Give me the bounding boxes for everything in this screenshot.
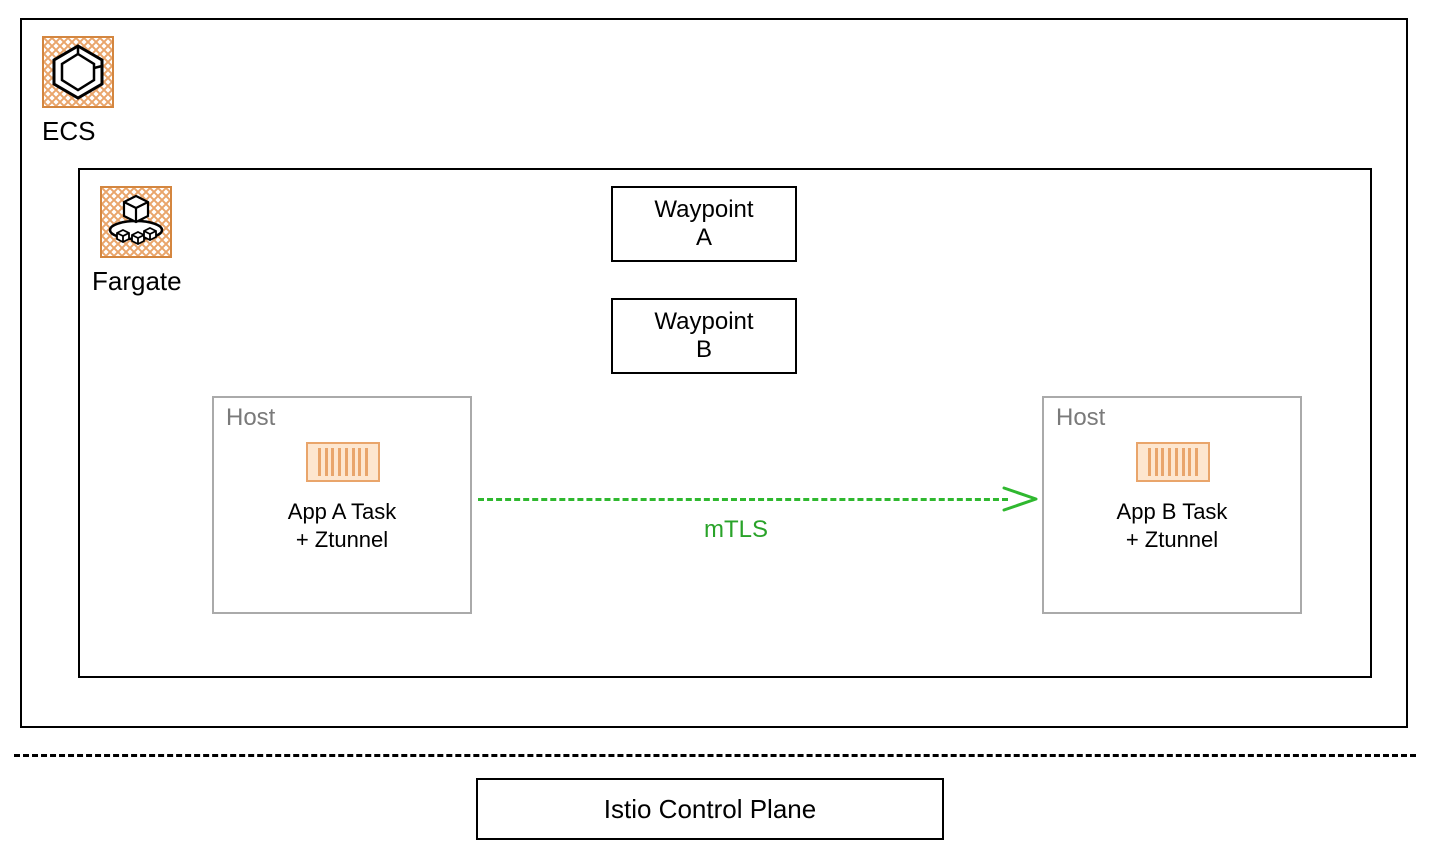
istio-control-plane-label: Istio Control Plane bbox=[604, 794, 816, 825]
istio-control-plane-box: Istio Control Plane bbox=[476, 778, 944, 840]
fargate-icon bbox=[100, 186, 172, 258]
fargate-label: Fargate bbox=[92, 266, 182, 297]
host-right-title: Host bbox=[1056, 404, 1105, 432]
diagram-canvas: ECS Farg bbox=[0, 0, 1430, 851]
container-icon-right bbox=[1136, 442, 1210, 482]
mtls-arrow-head bbox=[1004, 486, 1040, 512]
mtls-arrow-line bbox=[478, 498, 1008, 501]
host-left-title: Host bbox=[226, 404, 275, 432]
host-right-task: App B Task + Ztunnel bbox=[1042, 498, 1302, 553]
mtls-label: mTLS bbox=[704, 516, 768, 544]
container-icon-left bbox=[306, 442, 380, 482]
divider-line bbox=[14, 754, 1416, 757]
waypoint-b-label: Waypoint B bbox=[654, 308, 753, 363]
ecs-icon bbox=[42, 36, 114, 108]
host-left-task: App A Task + Ztunnel bbox=[212, 498, 472, 553]
waypoint-a-label: Waypoint A bbox=[654, 196, 753, 251]
ecs-label: ECS bbox=[42, 116, 95, 147]
waypoint-b-box: Waypoint B bbox=[611, 298, 797, 374]
waypoint-a-box: Waypoint A bbox=[611, 186, 797, 262]
